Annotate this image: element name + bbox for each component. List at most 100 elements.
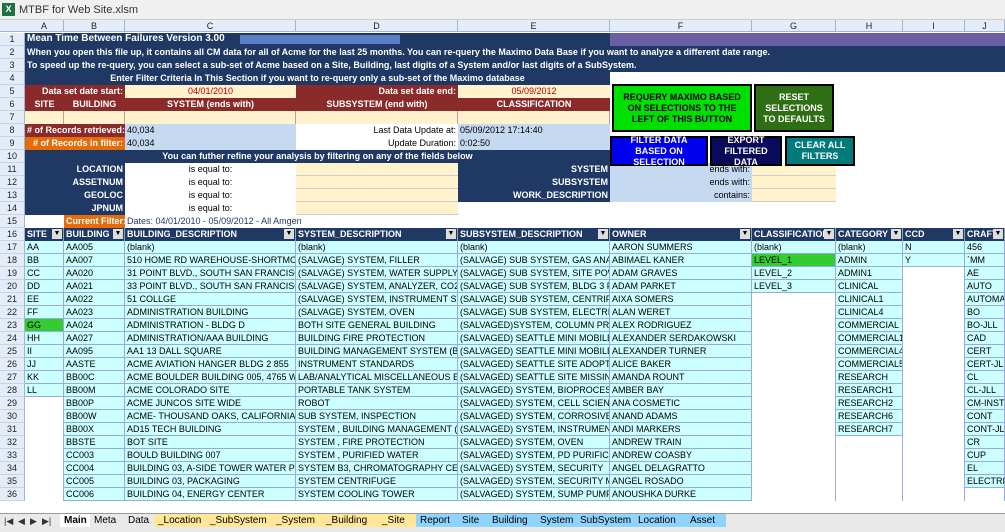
owner-list-item[interactable]: ANOUSHKA DURKE <box>610 488 752 501</box>
column-header[interactable]: D <box>296 20 458 32</box>
next-sheet-icon[interactable]: ▶ <box>30 516 37 527</box>
subsystem-desc-item[interactable]: (SALVAGED) SEATTLE MINI MOBILE <box>458 345 610 358</box>
subsystem-desc-item[interactable]: (SALVAGED) SYSTEM, SUMP PUMP <box>458 488 610 501</box>
clear-all-filters-button[interactable]: CLEAR ALL FILTERS <box>785 136 855 166</box>
building-list-item[interactable]: AA007 <box>64 254 125 267</box>
craft-list-item[interactable]: EL <box>965 462 1005 475</box>
filter-value-input[interactable] <box>752 189 836 202</box>
subsystem-desc-item[interactable]: (SALVAGE) SUB SYSTEM, GAS ANALY <box>458 254 610 267</box>
prev-sheet-icon[interactable]: ◀ <box>18 516 25 527</box>
requery-maximo-button[interactable]: REQUERY MAXIMO BASED ON SELECTIONS TO TH… <box>612 84 752 132</box>
building-list-item[interactable]: AA022 <box>64 293 125 306</box>
system-desc-item[interactable]: (SALVAGE) SYSTEM, WATER SUPPLY <box>296 267 458 280</box>
row-header[interactable]: 14 <box>0 202 25 215</box>
owner-list-item[interactable]: ALEX RODRIGUEZ <box>610 319 752 332</box>
sheet-tab[interactable]: _Building <box>322 514 378 527</box>
system-desc-item[interactable]: BOTH SITE GENERAL BUILDING <box>296 319 458 332</box>
site-list-item[interactable]: EE <box>25 293 64 306</box>
owner-list-item[interactable]: ADAM PARKET <box>610 280 752 293</box>
column-header[interactable]: E <box>458 20 610 32</box>
owner-list-item[interactable]: ANDREW COASBY <box>610 449 752 462</box>
owner-list-item[interactable]: ALICE BAKER <box>610 358 752 371</box>
site-list-item[interactable]: HH <box>25 332 64 345</box>
craft-list-item[interactable]: `MM <box>965 254 1005 267</box>
site-list-item[interactable]: DD <box>25 280 64 293</box>
system-desc-item[interactable]: (SALVAGE) SYSTEM, FILLER <box>296 254 458 267</box>
site-list-item[interactable]: LL <box>25 384 64 397</box>
row-header[interactable]: 22 <box>0 306 25 319</box>
building-desc-item[interactable]: BOT SITE <box>125 436 296 449</box>
row-header[interactable]: 28 <box>0 384 25 397</box>
subsystem-input[interactable] <box>296 111 458 124</box>
site-list-item[interactable]: II <box>25 345 64 358</box>
row-header[interactable]: 32 <box>0 436 25 449</box>
sheet-tab[interactable]: System <box>536 514 576 527</box>
craft-list-item[interactable]: 456 <box>965 241 1005 254</box>
row-header[interactable]: 10 <box>0 150 25 163</box>
row-header[interactable]: 2 <box>0 46 25 59</box>
building-list-item[interactable]: AA023 <box>64 306 125 319</box>
sheet-tab[interactable]: Data <box>124 514 154 527</box>
system-desc-item[interactable]: SYSTEM , BUILDING MANAGEMENT (BM <box>296 423 458 436</box>
system-desc-item[interactable]: SUB SYSTEM, INSPECTION <box>296 410 458 423</box>
filter-dropdown-icon[interactable]: ▼ <box>953 229 963 239</box>
building-list-item[interactable]: BB00C <box>64 371 125 384</box>
filter-value-input[interactable] <box>296 176 458 189</box>
row-header[interactable]: 27 <box>0 371 25 384</box>
row-header[interactable]: 4 <box>0 72 25 85</box>
craft-list-item[interactable]: BO-JLL <box>965 319 1005 332</box>
site-list-item[interactable]: AA <box>25 241 64 254</box>
row-header[interactable]: 15 <box>0 215 25 228</box>
filter-data-button[interactable]: FILTER DATA BASED ON SELECTION <box>610 135 708 167</box>
building-desc-item[interactable]: 33 POINT BLVD., SOUTH SAN FRANCISCO <box>125 280 296 293</box>
craft-list-item[interactable]: CAD <box>965 332 1005 345</box>
subsystem-desc-item[interactable]: (SALVAGED) SEATTLE MINI MOBILE <box>458 332 610 345</box>
subsystem-desc-item[interactable]: (SALVAGED) SEATTLE SITE ADOPT LO <box>458 358 610 371</box>
ccd-list-item[interactable]: N <box>903 241 965 254</box>
site-input[interactable] <box>25 111 64 124</box>
row-header[interactable]: 35 <box>0 475 25 488</box>
subsystem-desc-item[interactable]: (blank) <box>458 241 610 254</box>
system-desc-item[interactable]: (SALVAGE) SYSTEM, INSTRUMENT STA <box>296 293 458 306</box>
sheet-tab[interactable]: _SubSystem <box>206 514 272 527</box>
building-desc-item[interactable]: BUILDING 03, A-SIDE TOWER WATER PU <box>125 462 296 475</box>
column-header[interactable]: A <box>25 20 64 32</box>
category-list-item[interactable]: ADMIN <box>836 254 903 267</box>
filter-dropdown-icon[interactable]: ▼ <box>993 229 1003 239</box>
building-desc-item[interactable]: (blank) <box>125 241 296 254</box>
column-header[interactable]: B <box>64 20 125 32</box>
craft-list-item[interactable]: CONT <box>965 410 1005 423</box>
sheet-tab[interactable]: Meta <box>90 514 124 527</box>
owner-list-item[interactable]: ALEXANDER TURNER <box>610 345 752 358</box>
owner-list-item[interactable]: ABIMAEL KANER <box>610 254 752 267</box>
system-desc-item[interactable]: ROBOT <box>296 397 458 410</box>
building-desc-item[interactable]: AD15 TECH BUILDING <box>125 423 296 436</box>
system-desc-item[interactable]: INSTRUMENT STANDARDS <box>296 358 458 371</box>
row-header[interactable]: 29 <box>0 397 25 410</box>
sheet-tab[interactable]: Location <box>634 514 686 527</box>
craft-list-item[interactable]: CERT-JL <box>965 358 1005 371</box>
row-header[interactable]: 7 <box>0 111 25 124</box>
subsystem-desc-item[interactable]: (SALVAGED) SYSTEM, OVEN <box>458 436 610 449</box>
column-header[interactable]: H <box>836 20 903 32</box>
filter-dropdown-icon[interactable]: ▼ <box>824 229 834 239</box>
system-desc-item[interactable]: LAB/ANALYTICAL MISCELLANEOUS EQUI <box>296 371 458 384</box>
column-header[interactable]: C <box>125 20 296 32</box>
site-list-item[interactable]: FF <box>25 306 64 319</box>
column-header[interactable]: G <box>752 20 836 32</box>
sheet-tab[interactable]: Building <box>488 514 536 527</box>
filter-dropdown-icon[interactable]: ▼ <box>446 229 456 239</box>
building-input[interactable] <box>64 111 125 124</box>
system-desc-item[interactable]: SYSTEM CENTRIFUGE <box>296 475 458 488</box>
building-list-item[interactable]: AA020 <box>64 267 125 280</box>
building-desc-item[interactable]: AA1 13 DALL SQUARE <box>125 345 296 358</box>
classification-list-item[interactable]: LEVEL_2 <box>752 267 836 280</box>
craft-list-item[interactable]: BO <box>965 306 1005 319</box>
craft-list-item[interactable]: CR <box>965 436 1005 449</box>
filter-dropdown-icon[interactable]: ▼ <box>52 229 62 239</box>
end-date-field[interactable]: 05/09/2012 <box>458 85 610 98</box>
row-header[interactable]: 18 <box>0 254 25 267</box>
subsystem-desc-item[interactable]: (SALVAGED) SYSTEM, SECURITY MIS <box>458 475 610 488</box>
subsystem-desc-item[interactable]: (SALVAGE) SUB SYSTEM, CENTRIFUGE, C <box>458 293 610 306</box>
building-list-item[interactable]: AA095 <box>64 345 125 358</box>
